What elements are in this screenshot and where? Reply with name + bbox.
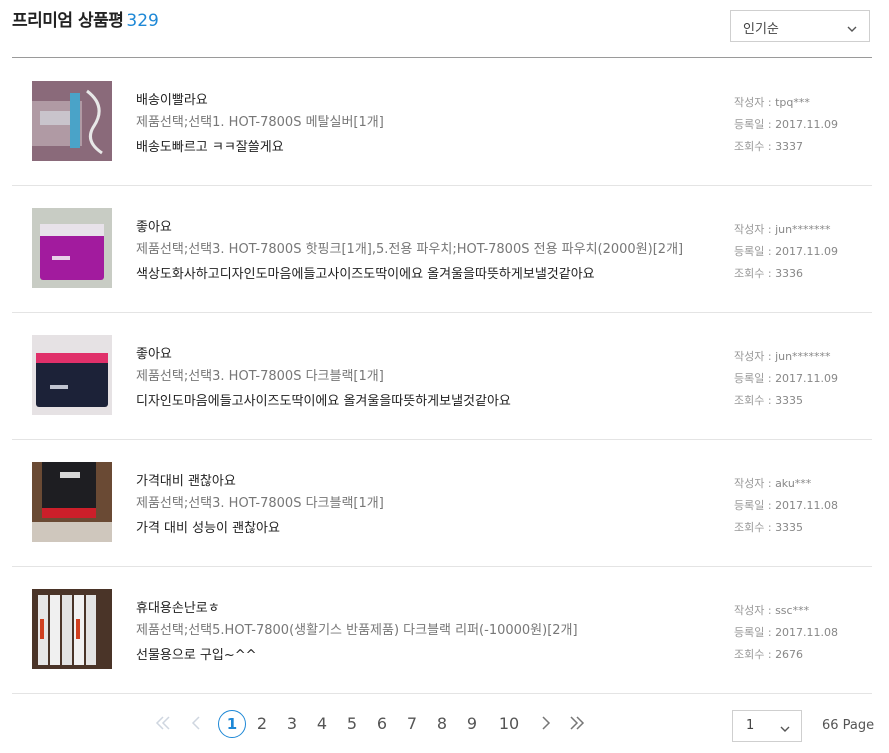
review-list: 배송이빨라요 제품선택;선택1. HOT-7800S 메탈실버[1개] 배송도빠… bbox=[12, 59, 872, 694]
views: 3337 bbox=[775, 140, 804, 153]
review-meta: 작성자 : jun******* 등록일 : 2017.11.09 조회수 : … bbox=[734, 346, 838, 412]
review-option: 제품선택;선택3. HOT-7800S 다크블랙[1개] bbox=[136, 369, 384, 384]
review-item[interactable]: 좋아요 제품선택;선택3. HOT-7800S 다크블랙[1개] 디자인도마음에… bbox=[12, 313, 872, 440]
views-label: 조회수 : bbox=[734, 394, 776, 407]
review-thumbnail[interactable] bbox=[32, 208, 112, 288]
views-label: 조회수 : bbox=[734, 648, 776, 661]
author: ssc*** bbox=[775, 604, 810, 617]
review-item[interactable]: 휴대용손난로ㅎ 제품선택;선택5.HOT-7800(생활기스 반품제품) 다크블… bbox=[12, 567, 872, 694]
views-label: 조회수 : bbox=[734, 140, 776, 153]
page-7[interactable]: 7 bbox=[400, 712, 424, 736]
reviews-header: 프리미엄 상품평 329 인기순 bbox=[12, 0, 872, 58]
author-label: 작성자 : bbox=[734, 604, 776, 617]
author-label: 작성자 : bbox=[734, 350, 776, 363]
page-8[interactable]: 8 bbox=[430, 712, 454, 736]
date-label: 등록일 : bbox=[734, 499, 776, 512]
author-label: 작성자 : bbox=[734, 477, 776, 490]
page-9[interactable]: 9 bbox=[460, 712, 484, 736]
review-option: 제품선택;선택1. HOT-7800S 메탈실버[1개] bbox=[136, 115, 384, 130]
page-5[interactable]: 5 bbox=[340, 712, 364, 736]
review-option: 제품선택;선택5.HOT-7800(생활기스 반품제품) 다크블랙 리퍼(-10… bbox=[136, 623, 578, 638]
author-label: 작성자 : bbox=[734, 96, 776, 109]
page-select-value: 1 bbox=[746, 718, 755, 733]
author: aku*** bbox=[775, 477, 812, 490]
chevron-right-icon[interactable] bbox=[540, 715, 552, 735]
date-label: 등록일 : bbox=[734, 118, 776, 131]
author: jun******* bbox=[775, 223, 831, 236]
date-label: 등록일 : bbox=[734, 372, 776, 385]
page-6[interactable]: 6 bbox=[370, 712, 394, 736]
review-title[interactable]: 휴대용손난로ㅎ bbox=[136, 597, 220, 616]
views-label: 조회수 : bbox=[734, 267, 776, 280]
date: 2017.11.08 bbox=[775, 499, 839, 512]
review-thumbnail[interactable] bbox=[32, 335, 112, 415]
page-4[interactable]: 4 bbox=[310, 712, 334, 736]
review-count: 329 bbox=[126, 11, 159, 31]
page-1[interactable]: 1 bbox=[218, 710, 246, 738]
chevron-down-icon bbox=[846, 20, 858, 39]
date-label: 등록일 : bbox=[734, 245, 776, 258]
sort-select-value: 인기순 bbox=[743, 22, 779, 37]
sort-select[interactable]: 인기순 bbox=[730, 10, 870, 42]
review-meta: 작성자 : jun******* 등록일 : 2017.11.09 조회수 : … bbox=[734, 219, 838, 285]
review-meta: 작성자 : aku*** 등록일 : 2017.11.08 조회수 : 3335 bbox=[734, 473, 838, 539]
chevron-left-icon[interactable] bbox=[190, 715, 202, 735]
author: jun******* bbox=[775, 350, 831, 363]
review-body[interactable]: 배송도빠르고 ㅋㅋ잘쓸게요 bbox=[136, 136, 284, 155]
date: 2017.11.09 bbox=[775, 245, 839, 258]
review-option: 제품선택;선택3. HOT-7800S 핫핑크[1개],5.전용 파우치;HOT… bbox=[136, 242, 684, 257]
double-chevron-left-icon[interactable] bbox=[154, 715, 172, 735]
chevron-down-icon bbox=[779, 720, 791, 739]
page-2[interactable]: 2 bbox=[250, 712, 274, 736]
review-body[interactable]: 색상도화사하고디자인도마음에들고사이즈도딱이에요 올겨울을따뜻하게보낼것같아요 bbox=[136, 263, 595, 282]
date-label: 등록일 : bbox=[734, 626, 776, 639]
review-title[interactable]: 배송이빨라요 bbox=[136, 89, 208, 108]
page-3[interactable]: 3 bbox=[280, 712, 304, 736]
pagination: 1 2 3 4 5 6 7 8 9 10 1 66 Page bbox=[12, 704, 875, 744]
review-body[interactable]: 선물용으로 구입~^^ bbox=[136, 644, 257, 663]
page-select[interactable]: 1 bbox=[732, 710, 802, 742]
page-10[interactable]: 10 bbox=[494, 712, 524, 736]
review-title[interactable]: 좋아요 bbox=[136, 343, 172, 362]
views-label: 조회수 : bbox=[734, 521, 776, 534]
page-title-text: 프리미엄 상품평 bbox=[12, 11, 124, 31]
views: 3335 bbox=[775, 521, 804, 534]
review-meta: 작성자 : tpq*** 등록일 : 2017.11.09 조회수 : 3337 bbox=[734, 92, 838, 158]
review-item[interactable]: 배송이빨라요 제품선택;선택1. HOT-7800S 메탈실버[1개] 배송도빠… bbox=[12, 59, 872, 186]
views: 2676 bbox=[775, 648, 804, 661]
views: 3335 bbox=[775, 394, 804, 407]
review-meta: 작성자 : ssc*** 등록일 : 2017.11.08 조회수 : 2676 bbox=[734, 600, 838, 666]
review-thumbnail[interactable] bbox=[32, 589, 112, 669]
views: 3336 bbox=[775, 267, 804, 280]
review-thumbnail[interactable] bbox=[32, 462, 112, 542]
review-item[interactable]: 좋아요 제품선택;선택3. HOT-7800S 핫핑크[1개],5.전용 파우치… bbox=[12, 186, 872, 313]
review-title[interactable]: 가격대비 괜찮아요 bbox=[136, 470, 236, 489]
double-chevron-right-icon[interactable] bbox=[568, 715, 586, 735]
author: tpq*** bbox=[775, 96, 810, 109]
page-total: 66 Page bbox=[822, 718, 875, 733]
date: 2017.11.09 bbox=[775, 118, 839, 131]
review-title[interactable]: 좋아요 bbox=[136, 216, 172, 235]
review-item[interactable]: 가격대비 괜찮아요 제품선택;선택3. HOT-7800S 다크블랙[1개] 가… bbox=[12, 440, 872, 567]
review-body[interactable]: 가격 대비 성능이 괜찮아요 bbox=[136, 517, 280, 536]
page-title: 프리미엄 상품평 329 bbox=[12, 6, 159, 31]
date: 2017.11.08 bbox=[775, 626, 839, 639]
review-thumbnail[interactable] bbox=[32, 81, 112, 161]
date: 2017.11.09 bbox=[775, 372, 839, 385]
review-option: 제품선택;선택3. HOT-7800S 다크블랙[1개] bbox=[136, 496, 384, 511]
author-label: 작성자 : bbox=[734, 223, 776, 236]
review-body[interactable]: 디자인도마음에들고사이즈도딱이에요 올겨울을따뜻하게보낼것같아요 bbox=[136, 390, 511, 409]
